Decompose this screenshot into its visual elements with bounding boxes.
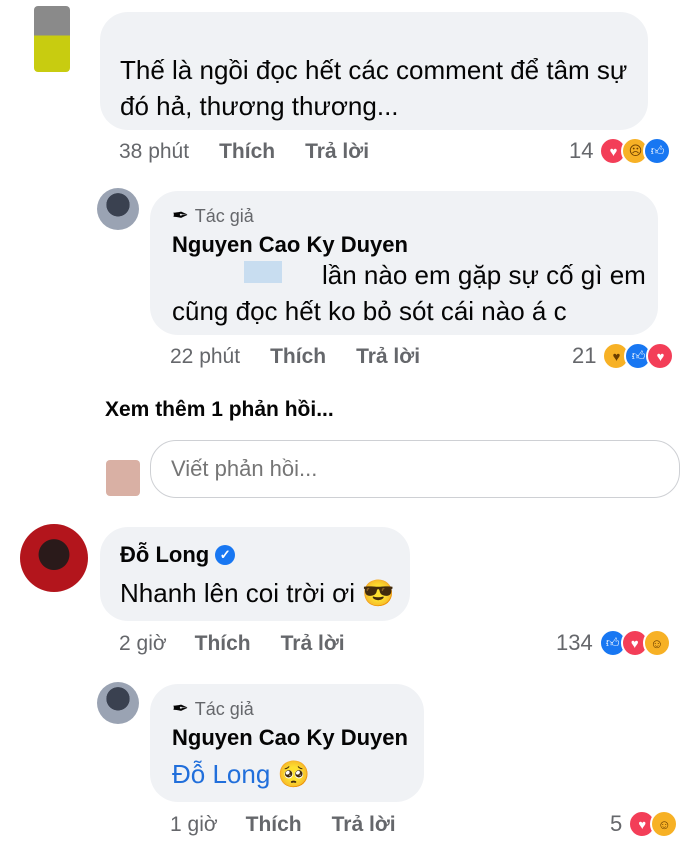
- author-name[interactable]: Nguyen Cao Ky Duyen: [172, 231, 408, 259]
- reaction-summary[interactable]: 5 ♥ ☺: [610, 810, 679, 838]
- like-button[interactable]: Thích: [270, 345, 326, 369]
- comment-time[interactable]: 2 giờ: [119, 632, 167, 656]
- like-button[interactable]: Thích: [246, 813, 302, 837]
- reaction-summary[interactable]: 134 👍︎ ♥ ☺: [556, 629, 671, 657]
- comment-meta: 38 phút Thích Trả lời: [119, 140, 369, 164]
- reply-button[interactable]: Trả lời: [356, 345, 420, 369]
- comment-bubble: ✒ Tác giả Nguyen Cao Ky Duyen lần nào em…: [150, 191, 658, 335]
- comment-bubble: ✒ Tác giả Nguyen Cao Ky Duyen Đỗ Long 🥺: [150, 684, 424, 802]
- verified-badge-icon: ✓: [215, 545, 236, 565]
- reaction-count: 14: [569, 138, 594, 163]
- avatar[interactable]: [34, 6, 70, 72]
- view-more-replies[interactable]: Xem thêm 1 phản hồi...: [105, 398, 334, 422]
- reaction-summary[interactable]: 14 ♥ ☹ 👍︎: [569, 137, 672, 165]
- comment-meta: 22 phút Thích Trả lời: [170, 345, 420, 369]
- reply-input[interactable]: [150, 440, 680, 498]
- reply-button[interactable]: Trả lời: [281, 632, 345, 656]
- avatar[interactable]: [97, 682, 139, 724]
- reply-button[interactable]: Trả lời: [332, 813, 396, 837]
- comment-text: Đỗ Long 🥺: [172, 756, 310, 792]
- like-icon: 👍︎: [643, 137, 672, 165]
- comment-text: Nhanh lên coi trời ơi 😎: [120, 578, 395, 608]
- avatar[interactable]: [97, 188, 139, 230]
- reaction-count: 5: [610, 811, 623, 836]
- author-tag: ✒ Tác giả: [172, 205, 254, 227]
- reaction-count: 21: [572, 343, 597, 368]
- love-icon: ♥: [646, 342, 675, 370]
- author-name[interactable]: Nguyen Cao Ky Duyen: [172, 724, 408, 752]
- comment-time[interactable]: 22 phút: [170, 345, 240, 369]
- avatar: [106, 460, 140, 496]
- author-tag: ✒ Tác giả: [172, 698, 254, 720]
- like-button[interactable]: Thích: [195, 632, 251, 656]
- author-tag-label: Tác giả: [194, 699, 254, 719]
- reply-button[interactable]: Trả lời: [305, 140, 369, 164]
- comment-bubble: Thế là ngồi đọc hết các comment để tâm s…: [100, 12, 648, 130]
- comment-time[interactable]: 1 giờ: [170, 813, 218, 837]
- haha-icon: ☺: [650, 810, 679, 838]
- comment-time[interactable]: 38 phút: [119, 140, 189, 164]
- author-name-label: Đỗ Long: [120, 542, 210, 567]
- pen-icon: ✒: [172, 205, 189, 227]
- pleading-face-emoji: 🥺: [277, 759, 310, 789]
- author-name[interactable]: Đỗ Long ✓: [120, 541, 236, 569]
- comment-bubble: Đỗ Long ✓ Nhanh lên coi trời ơi 😎: [100, 527, 410, 621]
- avatar[interactable]: [20, 524, 88, 592]
- comment-text: Thế là ngồi đọc hết các comment để tâm s…: [120, 55, 628, 121]
- mention-link[interactable]: Đỗ Long: [172, 759, 270, 789]
- pen-icon: ✒: [172, 698, 189, 720]
- reaction-summary[interactable]: 21 ♥ 👍︎ ♥: [572, 342, 675, 370]
- comment-meta: 1 giờ Thích Trả lời: [170, 813, 396, 837]
- author-tag-label: Tác giả: [194, 206, 254, 226]
- reaction-count: 134: [556, 630, 593, 655]
- comment-meta: 2 giờ Thích Trả lời: [119, 632, 345, 656]
- like-button[interactable]: Thích: [219, 140, 275, 164]
- haha-icon: ☺: [642, 629, 671, 657]
- comment-text: lần nào em gặp sự cố gì em cũng đọc hết …: [172, 260, 646, 326]
